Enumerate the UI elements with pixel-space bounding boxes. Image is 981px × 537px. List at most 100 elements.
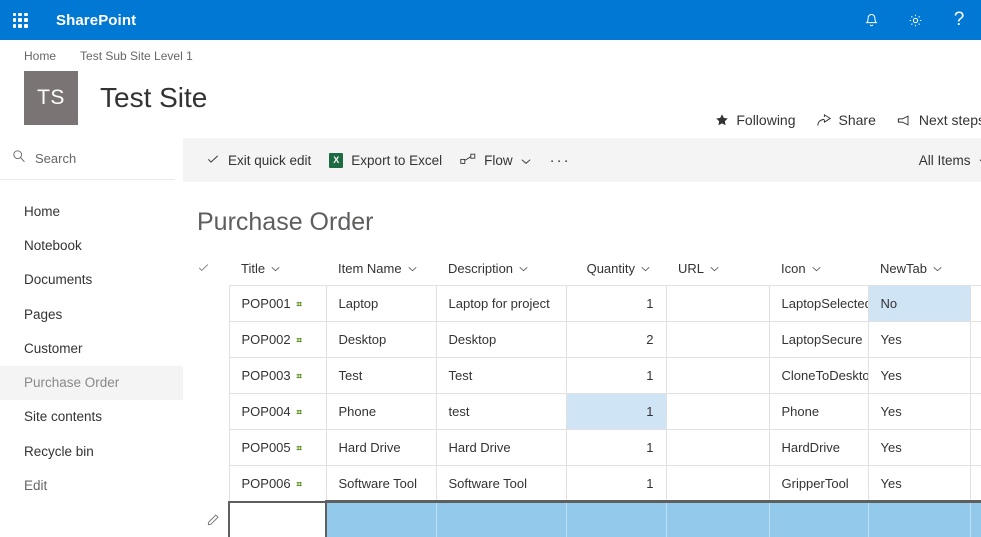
- table-row[interactable]: POP005 ⌗ Hard Drive Hard Drive 1 HardDriv…: [197, 429, 981, 466]
- table-row[interactable]: POP004 ⌗ Phone test 1 Phone Yes: [197, 393, 981, 430]
- cell-description[interactable]: test: [435, 393, 567, 430]
- row-checkbox[interactable]: [197, 286, 229, 322]
- chevron-down-icon: [519, 266, 528, 271]
- sidebar-item-pages[interactable]: Pages: [0, 298, 183, 332]
- sidebar-item-documents[interactable]: Documents: [0, 263, 183, 297]
- cell-icon[interactable]: GripperTool: [768, 465, 869, 502]
- cell-title[interactable]: POP005 ⌗: [228, 429, 327, 466]
- column-header-quantity-label: Quantity: [586, 261, 635, 276]
- sharepoint-brand-link[interactable]: SharePoint: [56, 12, 136, 29]
- new-item-row[interactable]: [197, 500, 981, 537]
- row-checkbox[interactable]: [197, 322, 229, 358]
- cell-url[interactable]: [665, 465, 770, 502]
- export-to-excel-button[interactable]: X Export to Excel: [320, 147, 451, 174]
- cell-quantity[interactable]: 1: [565, 429, 667, 466]
- cell-url[interactable]: [665, 357, 770, 394]
- new-item-cell-title[interactable]: [228, 500, 327, 537]
- cell-quantity[interactable]: 1: [565, 465, 667, 502]
- search-box[interactable]: [0, 138, 175, 180]
- cell-item-name[interactable]: Phone: [325, 393, 437, 430]
- table-row[interactable]: POP001 ⌗ Laptop Laptop for project 1 Lapt…: [197, 285, 981, 322]
- view-selector-button[interactable]: All Items: [910, 147, 981, 174]
- column-header-description[interactable]: Description: [436, 256, 566, 286]
- column-header-icon[interactable]: Icon: [769, 256, 868, 286]
- cell-item-name[interactable]: Hard Drive: [325, 429, 437, 466]
- new-item-cell-description[interactable]: [435, 500, 567, 537]
- select-all-checkbox[interactable]: [197, 256, 229, 286]
- app-launcher-icon[interactable]: [0, 0, 40, 40]
- column-header-newtab[interactable]: NewTab: [868, 256, 970, 286]
- cell-item-name[interactable]: Laptop: [325, 285, 437, 322]
- cell-description[interactable]: Hard Drive: [435, 429, 567, 466]
- cell-url[interactable]: [665, 285, 770, 322]
- row-checkbox[interactable]: [197, 358, 229, 394]
- new-item-cell-newtab[interactable]: [867, 500, 971, 537]
- table-row[interactable]: POP003 ⌗ Test Test 1 CloneToDesktop Yes: [197, 357, 981, 394]
- cell-newtab[interactable]: No: [867, 285, 971, 322]
- new-item-cell-url[interactable]: [665, 500, 770, 537]
- column-header-item-name-label: Item Name: [338, 261, 402, 276]
- table-row[interactable]: POP006 ⌗ Software Tool Software Tool 1 Gr…: [197, 465, 981, 502]
- sidebar-item-customer[interactable]: Customer: [0, 332, 183, 366]
- cell-quantity[interactable]: 2: [565, 321, 667, 358]
- row-checkbox[interactable]: [197, 466, 229, 502]
- cell-icon[interactable]: LaptopSecure: [768, 321, 869, 358]
- new-item-cell-icon[interactable]: [768, 500, 869, 537]
- question-mark-icon[interactable]: ?: [937, 0, 981, 40]
- sidebar-item-recycle-bin[interactable]: Recycle bin: [0, 435, 183, 469]
- following-button[interactable]: Following: [715, 112, 796, 128]
- cell-url[interactable]: [665, 321, 770, 358]
- cell-title[interactable]: POP002 ⌗: [228, 321, 327, 358]
- row-checkbox[interactable]: [197, 394, 229, 430]
- table-row[interactable]: POP002 ⌗ Desktop Desktop 2 LaptopSecure Y…: [197, 321, 981, 358]
- breadcrumb-item-subsite[interactable]: Test Sub Site Level 1: [80, 49, 193, 63]
- cell-newtab[interactable]: Yes: [867, 465, 971, 502]
- new-item-cell-item-name[interactable]: [325, 500, 437, 537]
- next-steps-button[interactable]: Next steps: [896, 112, 981, 128]
- row-checkbox[interactable]: [197, 430, 229, 466]
- flow-button[interactable]: Flow: [451, 147, 540, 174]
- sidebar-item-site-contents[interactable]: Site contents: [0, 400, 183, 434]
- cell-newtab[interactable]: Yes: [867, 393, 971, 430]
- bell-icon[interactable]: [849, 0, 893, 40]
- cell-title[interactable]: POP004 ⌗: [228, 393, 327, 430]
- sidebar-item-purchase-order[interactable]: Purchase Order: [0, 366, 183, 401]
- cell-description[interactable]: Laptop for project: [435, 285, 567, 322]
- add-column-button[interactable]: +: [970, 256, 981, 286]
- sidebar-item-notebook[interactable]: Notebook: [0, 229, 183, 263]
- cell-description[interactable]: Desktop: [435, 321, 567, 358]
- sidebar-item-edit[interactable]: Edit: [0, 469, 183, 503]
- cell-quantity[interactable]: 1: [565, 285, 667, 322]
- cell-icon[interactable]: HardDrive: [768, 429, 869, 466]
- cell-item-name[interactable]: Test: [325, 357, 437, 394]
- cell-icon[interactable]: CloneToDesktop: [768, 357, 869, 394]
- cell-newtab[interactable]: Yes: [867, 357, 971, 394]
- cell-url[interactable]: [665, 429, 770, 466]
- cell-icon[interactable]: Phone: [768, 393, 869, 430]
- cell-item-name[interactable]: Desktop: [325, 321, 437, 358]
- column-header-quantity[interactable]: Quantity: [566, 256, 666, 286]
- cell-newtab[interactable]: Yes: [867, 429, 971, 466]
- new-item-cell-quantity[interactable]: [565, 500, 667, 537]
- cell-icon[interactable]: LaptopSelected: [768, 285, 869, 322]
- gear-icon[interactable]: [893, 0, 937, 40]
- search-input[interactable]: [35, 151, 155, 166]
- cell-title[interactable]: POP001 ⌗: [228, 285, 327, 322]
- exit-quick-edit-button[interactable]: Exit quick edit: [197, 146, 320, 175]
- column-header-title[interactable]: Title: [229, 256, 326, 286]
- cell-newtab[interactable]: Yes: [867, 321, 971, 358]
- share-button[interactable]: Share: [816, 112, 876, 128]
- cell-quantity[interactable]: 1: [565, 393, 667, 430]
- cell-title[interactable]: POP006 ⌗: [228, 465, 327, 502]
- breadcrumb-item-home[interactable]: Home: [24, 49, 56, 63]
- cell-title[interactable]: POP003 ⌗: [228, 357, 327, 394]
- cell-item-name[interactable]: Software Tool: [325, 465, 437, 502]
- column-header-url[interactable]: URL: [666, 256, 769, 286]
- column-header-item-name[interactable]: Item Name: [326, 256, 436, 286]
- cell-url[interactable]: [665, 393, 770, 430]
- sidebar-item-home[interactable]: Home: [0, 195, 183, 229]
- cell-description[interactable]: Software Tool: [435, 465, 567, 502]
- more-commands-button[interactable]: ···: [540, 148, 581, 173]
- cell-quantity[interactable]: 1: [565, 357, 667, 394]
- cell-description[interactable]: Test: [435, 357, 567, 394]
